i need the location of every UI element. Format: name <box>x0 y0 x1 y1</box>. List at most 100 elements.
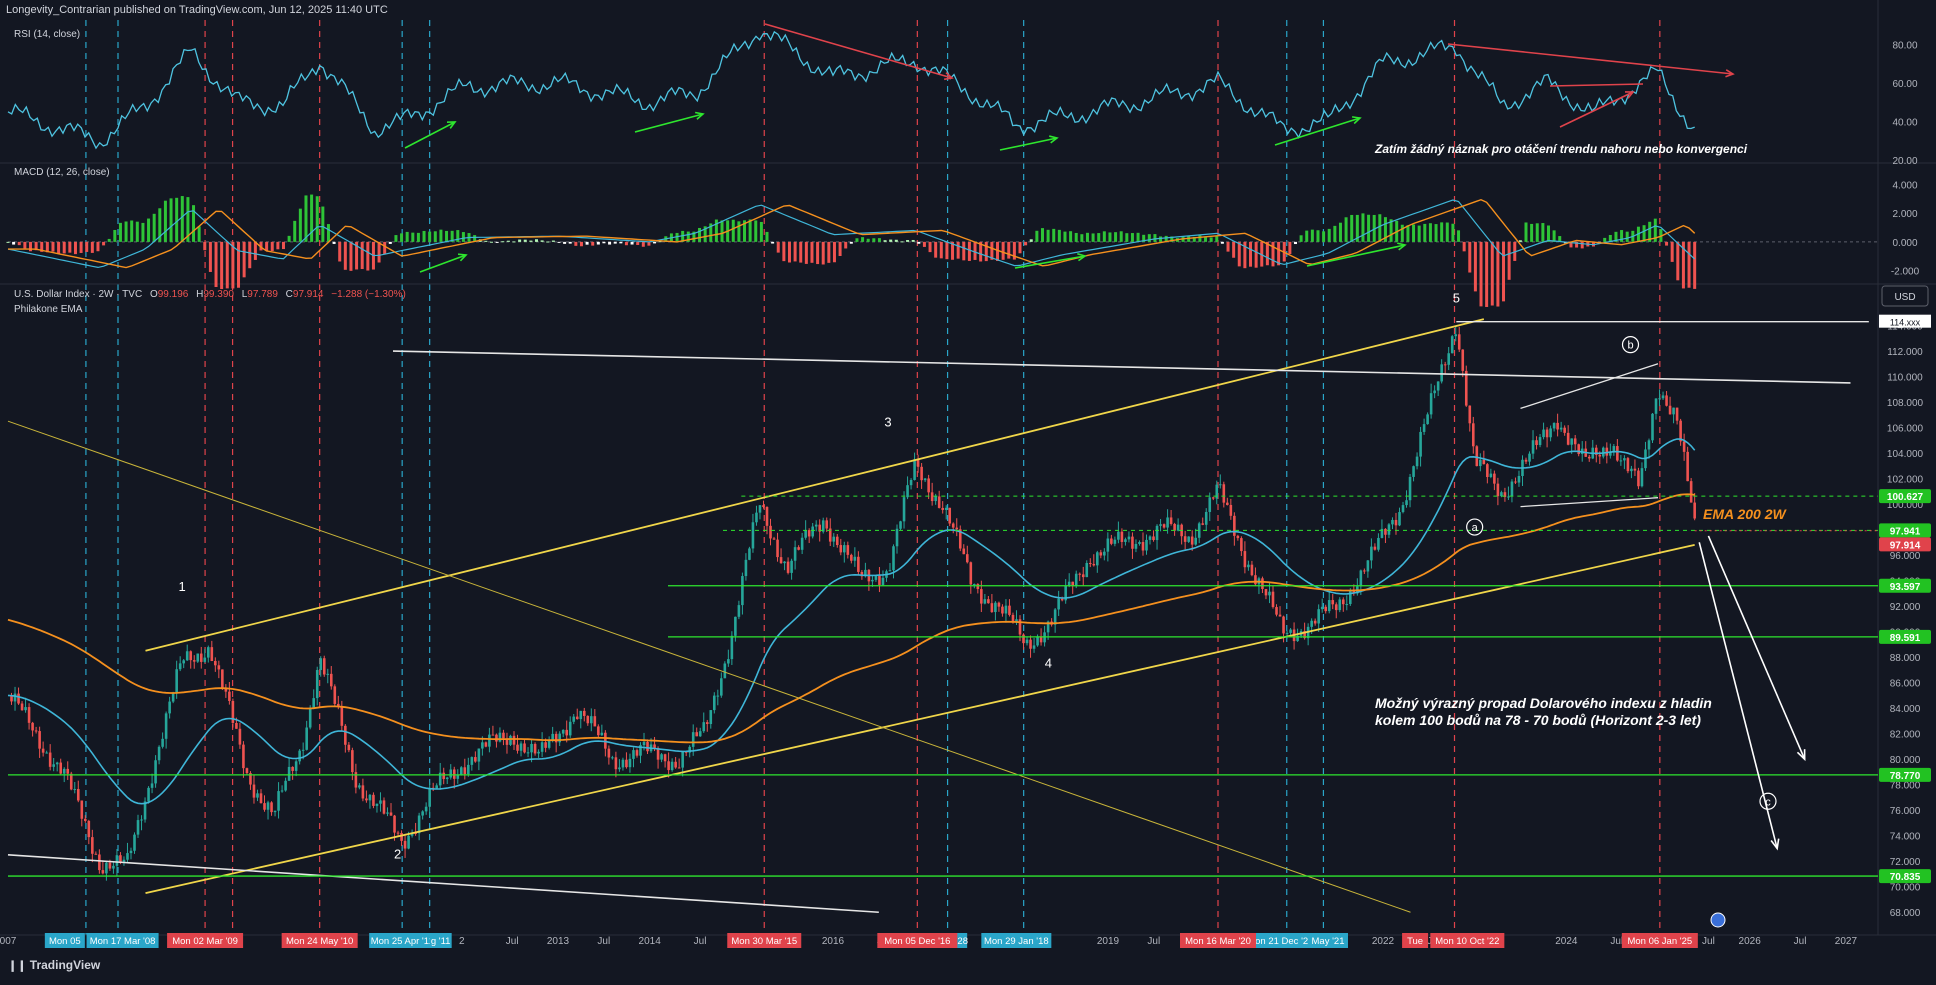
macd-histogram-bar <box>79 241 83 253</box>
macd-histogram-bar <box>653 241 657 244</box>
macd-histogram-bar <box>1479 241 1483 307</box>
candle-body <box>748 548 751 560</box>
candle-body <box>1289 629 1292 633</box>
candle-body <box>1334 604 1338 611</box>
macd-histogram-bar <box>911 239 915 242</box>
candle-body <box>192 660 196 662</box>
chart-stage[interactable]: RSI (14, close) Zatím žádný náznak pro o… <box>0 0 1936 980</box>
time-axis-label: Jul <box>1702 936 1715 947</box>
candle-body <box>351 750 354 773</box>
flag-icon <box>1710 912 1726 928</box>
annotation-line: kolem 100 bodů na 78 - 70 bodů (Horizont… <box>1375 712 1701 728</box>
candle-body <box>256 793 259 798</box>
candle-body <box>442 772 446 780</box>
candle-body <box>319 658 323 671</box>
candle-body <box>150 783 154 788</box>
candle-body <box>1619 460 1623 462</box>
macd-histogram-bar <box>759 221 763 242</box>
candle-body <box>1124 539 1127 542</box>
macd-histogram-bar <box>1130 233 1134 242</box>
candle-body <box>1218 484 1222 486</box>
candle-body <box>1524 459 1528 462</box>
candle-body <box>1387 524 1391 535</box>
candle-body <box>1194 537 1197 545</box>
candle-body <box>540 742 544 752</box>
macd-histogram-bar <box>1147 234 1151 242</box>
macd-histogram-bar <box>51 241 55 252</box>
candle-body <box>1148 536 1152 540</box>
candle-body <box>937 496 941 508</box>
macd-histogram-bar <box>422 230 426 242</box>
candle-body <box>488 734 491 747</box>
candle-body <box>456 774 460 779</box>
macd-histogram-bar <box>832 241 836 263</box>
macd-histogram-bar <box>1451 223 1455 242</box>
candle-body <box>913 459 916 480</box>
macd-histogram-bar <box>1249 241 1253 267</box>
macd-histogram-bar <box>1232 241 1236 258</box>
macd-histogram-bar <box>383 241 387 255</box>
macd-axis-tick: 0.000 <box>1892 238 1917 249</box>
macd-histogram-bar <box>1580 241 1584 249</box>
candle-body <box>245 768 249 774</box>
candle-body <box>1570 438 1573 445</box>
candle-body <box>52 764 55 767</box>
candle-body <box>1675 407 1679 421</box>
candle-body <box>878 575 881 585</box>
macd-histogram-bar <box>366 241 370 271</box>
candle-body <box>210 647 214 661</box>
candle-body <box>850 554 853 561</box>
candle-body <box>1190 536 1194 545</box>
candle-body <box>154 760 157 784</box>
macd-histogram-bar <box>281 241 285 250</box>
candle-body <box>80 800 84 819</box>
candle-body <box>491 734 495 736</box>
macd-histogram-bar <box>461 232 465 242</box>
macd-histogram-bar <box>861 237 865 242</box>
candle-body <box>607 748 611 758</box>
candle-body <box>20 703 24 711</box>
candle-body <box>1486 464 1489 477</box>
candle-body <box>695 732 699 737</box>
candle-body <box>646 741 649 752</box>
candle-body <box>1496 483 1500 497</box>
candle-body <box>498 732 502 742</box>
candle-body <box>1479 459 1482 467</box>
macd-histogram-bar <box>1670 241 1674 262</box>
price-axis-tick: 104.000 <box>1887 449 1924 460</box>
macd-histogram-bar <box>962 241 966 261</box>
candle-body <box>751 522 755 549</box>
candle-body <box>941 507 944 510</box>
candle-body <box>305 727 308 750</box>
candle-body <box>632 750 635 759</box>
candle-body <box>614 757 618 770</box>
candle-body <box>112 865 115 869</box>
candle-body <box>435 785 438 789</box>
candle-body <box>804 530 807 538</box>
candle-body <box>786 561 790 573</box>
currency-button[interactable]: USD <box>1881 285 1929 307</box>
price-axis-tick: 88.000 <box>1890 653 1921 664</box>
macd-histogram-bar <box>1024 241 1028 246</box>
macd-histogram-bar <box>1367 214 1371 242</box>
candle-body <box>660 754 663 760</box>
candle-body <box>779 557 783 564</box>
candle-body <box>1366 560 1370 572</box>
candle-body <box>340 706 344 726</box>
macd-histogram-bar <box>534 239 538 242</box>
candle-body <box>1405 500 1408 506</box>
macd-histogram-bar <box>231 241 235 289</box>
tradingview-logo[interactable]: ❙❙ TradingView <box>8 958 100 972</box>
candle-body <box>892 546 895 571</box>
candle-body <box>375 803 379 806</box>
candle-body <box>512 735 516 745</box>
candle-body <box>1566 432 1570 445</box>
candle-body <box>66 768 70 774</box>
candle-body <box>1545 429 1549 438</box>
macd-histogram-bar <box>922 241 926 247</box>
ohlc-high: 99.390 <box>203 289 234 300</box>
macd-histogram-bar <box>1625 231 1629 242</box>
published-line: Longevity_Contrarian published on Tradin… <box>6 4 388 16</box>
cyan-time-badge-text: Mon 05 <box>49 936 81 947</box>
candle-body <box>1264 589 1268 596</box>
